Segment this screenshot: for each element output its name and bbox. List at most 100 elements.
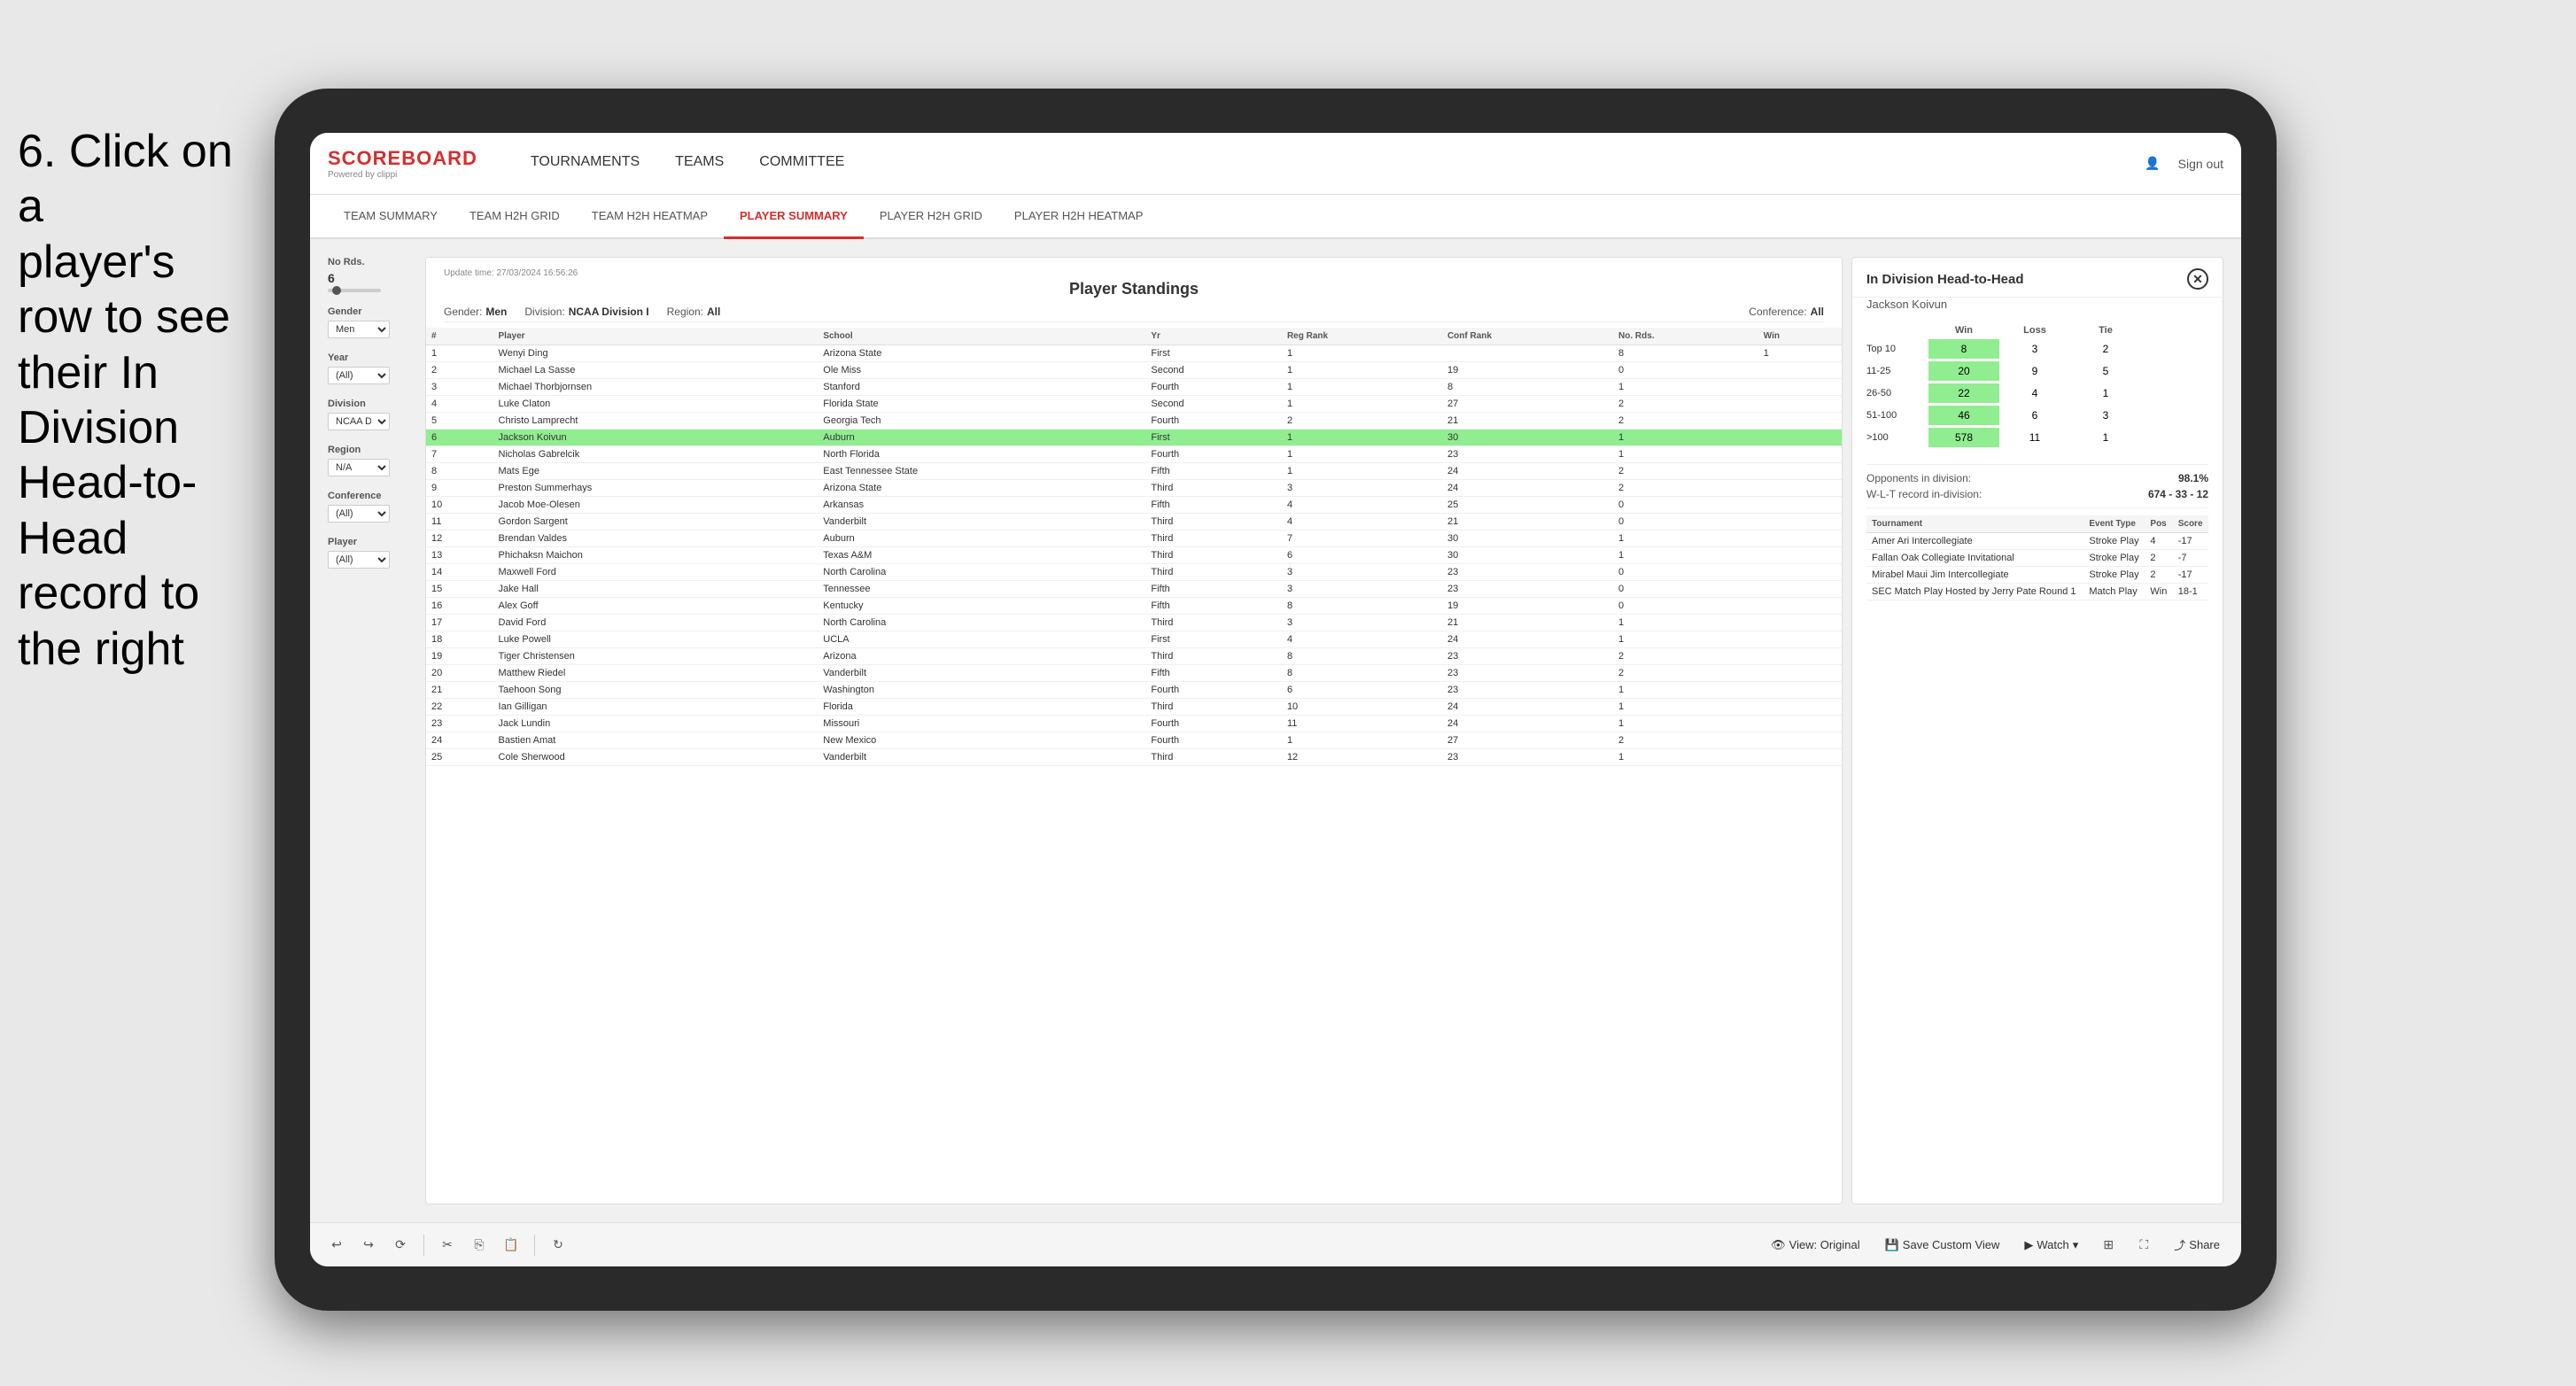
table-row[interactable]: 1 Wenyi Ding Arizona State First 1 8 1 (426, 345, 1842, 362)
cell-num: 11 (426, 514, 493, 530)
table-row[interactable]: 7 Nicholas Gabrelcik North Florida Fourt… (426, 446, 1842, 463)
table-row[interactable]: 9 Preston Summerhays Arizona State Third… (426, 480, 1842, 497)
cell-win (1758, 463, 1842, 480)
table-row[interactable]: 8 Mats Ege East Tennessee State Fifth 1 … (426, 463, 1842, 480)
table-row[interactable]: 22 Ian Gilligan Florida Third 10 24 1 (426, 699, 1842, 716)
share-btn[interactable]: ⤴ Share (2167, 1233, 2227, 1257)
cell-rds: 2 (1613, 463, 1758, 480)
cell-yr: Fourth (1145, 446, 1282, 463)
cell-rds: 1 (1613, 716, 1758, 732)
table-row[interactable]: 16 Alex Goff Kentucky Fifth 8 19 0 (426, 598, 1842, 615)
region-select[interactable]: N/A (328, 459, 390, 476)
tab-player-h2h-grid[interactable]: PLAYER H2H GRID (864, 195, 998, 239)
conference-select[interactable]: (All) (328, 505, 390, 523)
table-row[interactable]: 18 Luke Powell UCLA First 4 24 1 (426, 631, 1842, 648)
cell-yr: Third (1145, 480, 1282, 497)
table-row[interactable]: 13 Phichaksn Maichon Texas A&M Third 6 3… (426, 547, 1842, 564)
cell-player: Jackson Koivun (493, 430, 819, 446)
cell-reg: 1 (1282, 396, 1442, 413)
cell-num: 23 (426, 716, 493, 732)
sign-out-btn[interactable]: Sign out (2178, 157, 2223, 171)
layout-btn[interactable]: ⊞ (2096, 1233, 2121, 1258)
cell-school: Auburn (818, 530, 1145, 547)
nav-teams[interactable]: TEAMS (657, 133, 741, 195)
table-row[interactable]: 23 Jack Lundin Missouri Fourth 11 24 1 (426, 716, 1842, 732)
table-row[interactable]: 4 Luke Claton Florida State Second 1 27 … (426, 396, 1842, 413)
player-select[interactable]: (All) (328, 551, 390, 569)
tourn-type: Stroke Play (2083, 567, 2145, 584)
cell-yr: Fifth (1145, 581, 1282, 598)
cell-school: Vanderbilt (818, 514, 1145, 530)
h2h-loss-header: Loss (1999, 325, 2070, 336)
h2h-player-name: Jackson Koivun (1852, 298, 2223, 318)
table-row[interactable]: 6 Jackson Koivun Auburn First 1 30 1 (426, 430, 1842, 446)
cell-yr: Third (1145, 749, 1282, 766)
h2h-empty-label (1866, 325, 1928, 336)
tab-player-h2h-heatmap[interactable]: PLAYER H2H HEATMAP (998, 195, 1159, 239)
cell-yr: Third (1145, 648, 1282, 665)
table-row[interactable]: 2 Michael La Sasse Ole Miss Second 1 19 … (426, 362, 1842, 379)
tab-team-h2h-grid[interactable]: TEAM H2H GRID (454, 195, 576, 239)
table-row[interactable]: 11 Gordon Sargent Vanderbilt Third 4 21 … (426, 514, 1842, 530)
paste-btn[interactable]: 📋 (499, 1233, 524, 1258)
cell-conf: 23 (1442, 564, 1613, 581)
cell-player: Nicholas Gabrelcik (493, 446, 819, 463)
cell-player: Phichaksn Maichon (493, 547, 819, 564)
cell-player: Preston Summerhays (493, 480, 819, 497)
tab-team-summary[interactable]: TEAM SUMMARY (328, 195, 454, 239)
table-row[interactable]: 25 Cole Sherwood Vanderbilt Third 12 23 … (426, 749, 1842, 766)
table-row[interactable]: 10 Jacob Moe-Olesen Arkansas Fifth 4 25 … (426, 497, 1842, 514)
h2h-close-btn[interactable]: ✕ (2187, 268, 2208, 290)
tab-player-summary[interactable]: PLAYER SUMMARY (724, 195, 864, 239)
refresh-btn[interactable]: ↻ (546, 1233, 570, 1258)
cell-school: Florida (818, 699, 1145, 716)
year-select[interactable]: (All) (328, 367, 390, 384)
table-row[interactable]: 3 Michael Thorbjornsen Stanford Fourth 1… (426, 379, 1842, 396)
cell-reg: 6 (1282, 547, 1442, 564)
nav-tournaments[interactable]: TOURNAMENTS (513, 133, 657, 195)
redo-btn[interactable]: ↪ (356, 1233, 381, 1258)
save-custom-btn[interactable]: 💾 Save Custom View (1878, 1235, 2007, 1256)
cell-reg: 1 (1282, 362, 1442, 379)
cell-player: Taehoon Song (493, 682, 819, 699)
col-num: # (426, 328, 493, 345)
nav-committee[interactable]: COMMITTEE (741, 133, 862, 195)
slider-thumb (332, 286, 341, 295)
table-row[interactable]: 14 Maxwell Ford North Carolina Third 3 2… (426, 564, 1842, 581)
table-row[interactable]: 17 David Ford North Carolina Third 3 21 … (426, 615, 1842, 631)
h2h-data-row: Top 10 8 3 2 (1866, 339, 2208, 359)
redo2-btn[interactable]: ⟳ (388, 1233, 413, 1258)
main-content: No Rds. 6 Gender Men Women Year (310, 239, 2241, 1222)
cell-player: Michael La Sasse (493, 362, 819, 379)
region-filter-label: Region: (667, 306, 703, 318)
no-rds-slider[interactable] (328, 289, 381, 292)
table-row[interactable]: 21 Taehoon Song Washington Fourth 6 23 1 (426, 682, 1842, 699)
gender-select[interactable]: Men Women (328, 321, 390, 338)
cell-win (1758, 446, 1842, 463)
view-original-btn[interactable]: 👁 View: Original (1764, 1235, 1866, 1256)
table-row[interactable]: 5 Christo Lamprecht Georgia Tech Fourth … (426, 413, 1842, 430)
table-row[interactable]: 20 Matthew Riedel Vanderbilt Fifth 8 23 … (426, 665, 1842, 682)
table-row[interactable]: 15 Jake Hall Tennessee Fifth 3 23 0 (426, 581, 1842, 598)
table-row[interactable]: 12 Brendan Valdes Auburn Third 7 30 1 (426, 530, 1842, 547)
tab-team-h2h-heatmap[interactable]: TEAM H2H HEATMAP (576, 195, 724, 239)
cell-rds: 1 (1613, 430, 1758, 446)
undo-btn[interactable]: ↩ (324, 1233, 349, 1258)
watch-icon: ▶ (2024, 1238, 2033, 1252)
table-row[interactable]: 19 Tiger Christensen Arizona Third 8 23 … (426, 648, 1842, 665)
cell-num: 25 (426, 749, 493, 766)
cell-yr: Third (1145, 699, 1282, 716)
watch-btn[interactable]: ▶ Watch ▾ (2017, 1235, 2085, 1256)
cell-reg: 6 (1282, 682, 1442, 699)
table-row[interactable]: 24 Bastien Amat New Mexico Fourth 1 27 2 (426, 732, 1842, 749)
cut-btn[interactable]: ✂ (435, 1233, 460, 1258)
division-select[interactable]: NCAA Division I (328, 413, 390, 430)
fullscreen-btn[interactable]: ⛶ (2131, 1233, 2156, 1258)
cell-reg: 8 (1282, 648, 1442, 665)
division-label: Division (328, 399, 407, 409)
cell-conf: 23 (1442, 749, 1613, 766)
cell-reg: 4 (1282, 514, 1442, 530)
tablet-screen: SCOREBOARD Powered by clippi TOURNAMENTS… (310, 133, 2241, 1266)
cell-reg: 2 (1282, 413, 1442, 430)
copy-btn[interactable]: ⎘ (467, 1233, 492, 1258)
